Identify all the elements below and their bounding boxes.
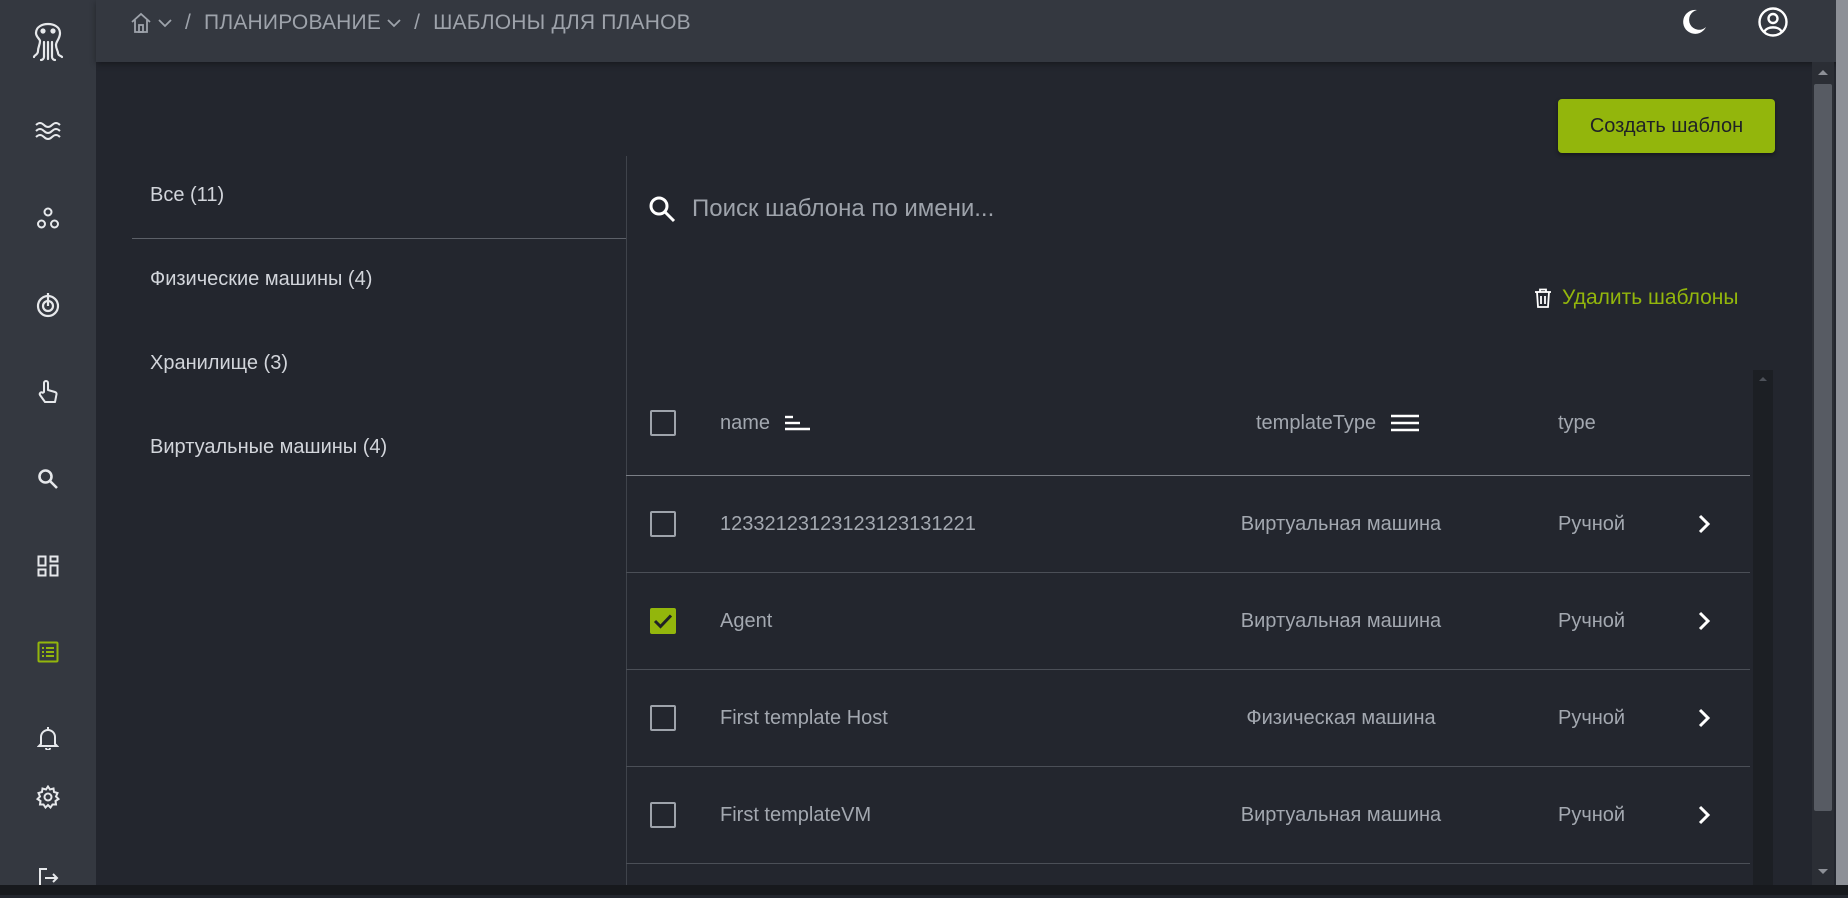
create-template-button[interactable]: Создать шаблон bbox=[1558, 99, 1775, 153]
home-icon[interactable] bbox=[130, 12, 152, 34]
gear-icon[interactable] bbox=[0, 772, 96, 822]
cell-name: First template Host bbox=[720, 706, 888, 729]
row-checkbox[interactable] bbox=[650, 802, 676, 828]
column-header-type-label: type bbox=[1558, 411, 1596, 434]
checkmark-icon bbox=[653, 614, 673, 629]
table-header: name templateType type bbox=[626, 370, 1750, 476]
cell-template-type: Виртуальная машина bbox=[1240, 609, 1442, 632]
top-header: / ПЛАНИРОВАНИЕ / ШАБЛОНЫ ДЛЯ ПЛАНОВ bbox=[96, 0, 1848, 62]
search-bar bbox=[648, 190, 1748, 228]
table-row[interactable]: Agent Виртуальная машина Ручной bbox=[626, 573, 1750, 670]
touch-hand-icon[interactable] bbox=[0, 367, 96, 417]
account-circle-icon[interactable] bbox=[1757, 6, 1789, 38]
breadcrumb-separator: / bbox=[414, 11, 421, 34]
category-physical-machines[interactable]: Физические машины (4) bbox=[150, 268, 372, 291]
menu-icon[interactable] bbox=[1390, 413, 1420, 433]
list-icon[interactable] bbox=[0, 627, 96, 677]
row-checkbox[interactable] bbox=[650, 705, 676, 731]
search-input[interactable] bbox=[690, 194, 1594, 224]
chevron-down-icon[interactable] bbox=[387, 18, 401, 28]
row-checkbox[interactable] bbox=[650, 511, 676, 537]
waves-icon[interactable] bbox=[0, 106, 96, 156]
sidebar bbox=[0, 0, 96, 895]
table-row[interactable]: First templateVM Виртуальная машина Ручн… bbox=[626, 767, 1750, 864]
cell-template-type: Физическая машина bbox=[1246, 706, 1436, 729]
trash-icon bbox=[1534, 288, 1552, 308]
select-all-checkbox[interactable] bbox=[650, 410, 676, 436]
scroll-up-icon[interactable] bbox=[1753, 370, 1773, 386]
category-storage[interactable]: Хранилище (3) bbox=[150, 352, 288, 375]
column-header-name-label: name bbox=[720, 411, 771, 434]
octopus-logo-icon[interactable] bbox=[0, 12, 96, 66]
row-divider bbox=[626, 863, 1750, 864]
moon-icon[interactable] bbox=[1678, 6, 1710, 38]
nodes-icon[interactable] bbox=[0, 193, 96, 243]
cell-template-type: Виртуальная машина bbox=[1240, 512, 1442, 535]
scroll-up-icon[interactable] bbox=[1812, 62, 1834, 82]
cell-template-type: Виртуальная машина bbox=[1240, 803, 1442, 826]
chevron-right-icon[interactable] bbox=[1690, 510, 1718, 538]
delete-templates-button[interactable]: Удалить шаблоны bbox=[1534, 286, 1738, 310]
chevron-right-icon[interactable] bbox=[1690, 704, 1718, 732]
sort-ascending-icon[interactable] bbox=[784, 413, 812, 433]
cell-type: Ручной bbox=[1558, 609, 1626, 632]
chevron-right-icon[interactable] bbox=[1690, 607, 1718, 635]
breadcrumb-separator: / bbox=[185, 11, 192, 34]
category-all[interactable]: Все (11) bbox=[150, 184, 224, 207]
breadcrumb-item-planning[interactable]: ПЛАНИРОВАНИЕ bbox=[204, 11, 381, 35]
search-icon[interactable] bbox=[0, 454, 96, 504]
bell-icon[interactable] bbox=[0, 713, 96, 763]
breadcrumb-item-templates: ШАБЛОНЫ ДЛЯ ПЛАНОВ bbox=[433, 11, 691, 34]
chevron-down-icon[interactable] bbox=[158, 18, 172, 28]
breadcrumb: / ПЛАНИРОВАНИЕ / ШАБЛОНЫ ДЛЯ ПЛАНОВ bbox=[130, 10, 691, 36]
cell-type: Ручной bbox=[1558, 803, 1626, 826]
cell-name: 12332123123123123131221 bbox=[720, 512, 976, 535]
category-virtual-machines[interactable]: Виртуальные машины (4) bbox=[150, 436, 387, 459]
search-icon bbox=[648, 195, 676, 223]
window-edge bbox=[1836, 0, 1848, 895]
cell-name: First templateVM bbox=[720, 803, 872, 826]
cell-type: Ручной bbox=[1558, 512, 1626, 535]
delete-templates-label: Удалить шаблоны bbox=[1562, 286, 1739, 309]
cell-type: Ручной bbox=[1558, 706, 1626, 729]
column-header-templatetype[interactable]: templateType bbox=[1256, 410, 1420, 436]
table-row[interactable]: First template Host Физическая машина Ру… bbox=[626, 670, 1750, 767]
target-icon[interactable] bbox=[0, 280, 96, 330]
dashboard-icon[interactable] bbox=[0, 541, 96, 591]
table-scrollbar[interactable] bbox=[1753, 370, 1773, 895]
table-row[interactable]: 12332123123123123131221 Виртуальная маши… bbox=[626, 476, 1750, 573]
window-bottom-edge bbox=[0, 885, 1848, 895]
chevron-right-icon[interactable] bbox=[1690, 801, 1718, 829]
column-header-type[interactable]: type bbox=[1558, 410, 1596, 436]
row-checkbox[interactable] bbox=[650, 608, 676, 634]
column-header-templatetype-label: templateType bbox=[1256, 411, 1377, 434]
column-header-name[interactable]: name bbox=[720, 410, 812, 436]
page-scrollbar-thumb[interactable] bbox=[1814, 84, 1832, 811]
category-divider bbox=[132, 238, 626, 239]
scroll-down-icon[interactable] bbox=[1812, 862, 1834, 882]
cell-name: Agent bbox=[720, 609, 773, 632]
